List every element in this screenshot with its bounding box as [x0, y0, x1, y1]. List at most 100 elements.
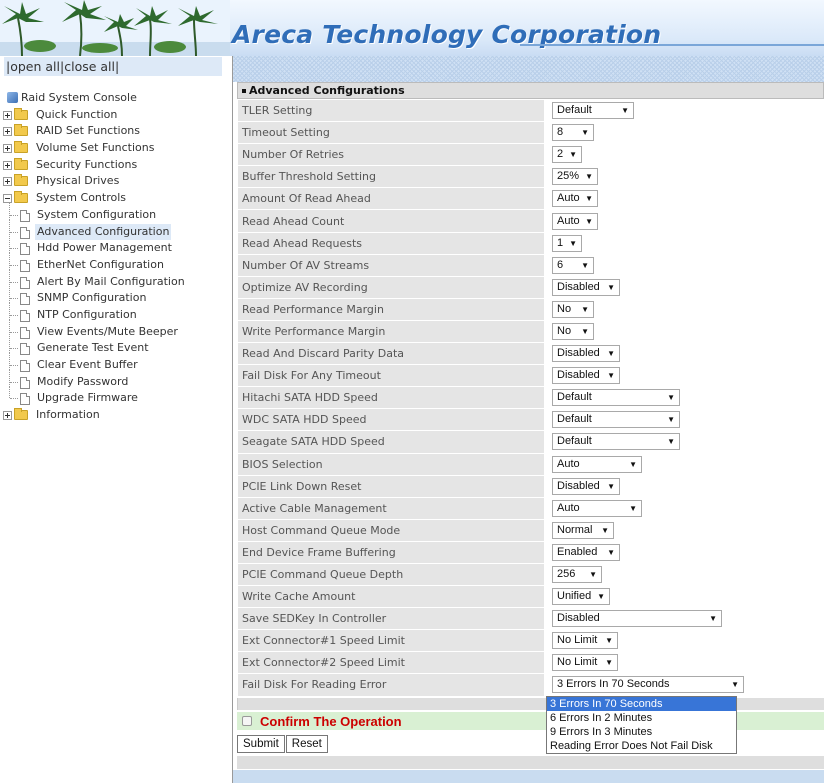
folder-icon — [14, 174, 28, 187]
setting-row: Hitachi SATA HDD Speed Default ▼ — [237, 386, 824, 410]
setting-label: End Device Frame Buffering — [237, 540, 545, 564]
setting-select[interactable]: Disabled ▼ — [552, 367, 620, 385]
setting-row: Read And Discard Parity Data Disabled ▼ — [237, 342, 824, 366]
expand-icon[interactable] — [3, 177, 12, 187]
expand-icon[interactable] — [3, 110, 12, 120]
tree-folder[interactable]: Quick Function — [0, 107, 232, 124]
setting-select[interactable]: Default ▼ — [552, 102, 634, 120]
expand-icon[interactable] — [3, 160, 12, 170]
setting-select[interactable]: Unified ▼ — [552, 588, 610, 606]
dropdown-option[interactable]: Reading Error Does Not Fail Disk — [547, 739, 736, 753]
setting-select[interactable]: Enabled ▼ — [552, 543, 620, 561]
setting-select[interactable]: 8 ▼ — [552, 124, 594, 142]
dropdown-arrow-icon: ▼ — [621, 106, 629, 116]
setting-row: Write Cache Amount Unified ▼ — [237, 585, 824, 609]
setting-value-cell: No Limit ▼ — [544, 651, 824, 675]
tree-connector — [10, 298, 18, 300]
setting-select[interactable]: Disabled ▼ — [552, 278, 620, 296]
setting-select[interactable]: Disabled ▼ — [552, 610, 722, 628]
tree-page-label: SNMP Configuration — [37, 291, 147, 305]
expand-icon[interactable] — [3, 144, 12, 154]
dropdown-option[interactable]: 9 Errors In 3 Minutes — [547, 725, 736, 739]
setting-select[interactable]: Auto ▼ — [552, 212, 598, 230]
select-value: 1 — [557, 236, 564, 249]
setting-value-cell: Normal ▼ — [544, 518, 824, 542]
setting-select[interactable]: 3 Errors In 70 Seconds ▼ — [552, 676, 744, 694]
page-icon — [20, 276, 30, 289]
setting-select[interactable]: Default ▼ — [552, 433, 680, 451]
select-value: Enabled — [557, 545, 598, 558]
tree-folder[interactable]: System Controls — [0, 190, 232, 207]
setting-select[interactable]: No Limit ▼ — [552, 632, 618, 650]
tree-folder[interactable]: Physical Drives — [0, 173, 232, 190]
setting-label: Seagate SATA HDD Speed — [237, 430, 545, 454]
open-all-link[interactable]: open all — [10, 59, 60, 74]
setting-select[interactable]: Auto ▼ — [552, 190, 598, 208]
expand-icon[interactable] — [3, 411, 12, 421]
tree-root[interactable]: Raid System Console — [0, 90, 232, 107]
dropdown-option[interactable]: 3 Errors In 70 Seconds — [547, 697, 736, 711]
setting-label: Active Cable Management — [237, 496, 545, 520]
setting-value-cell: 6 ▼ — [544, 253, 824, 277]
setting-select[interactable]: Auto ▼ — [552, 499, 642, 517]
expand-icon[interactable] — [3, 127, 12, 137]
setting-select[interactable]: No Limit ▼ — [552, 654, 618, 672]
dropdown-arrow-icon: ▼ — [667, 437, 675, 447]
setting-row: End Device Frame Buffering Enabled ▼ — [237, 540, 824, 564]
setting-row: Read Ahead Count Auto ▼ — [237, 209, 824, 233]
dropdown-arrow-icon: ▼ — [585, 172, 593, 182]
setting-label: Number Of Retries — [237, 143, 545, 167]
dropdown-arrow-icon: ▼ — [607, 282, 615, 292]
setting-select[interactable]: No ▼ — [552, 300, 594, 318]
setting-row: Read Ahead Requests 1 ▼ — [237, 231, 824, 255]
tree-page-item[interactable]: Upgrade Firmware — [0, 386, 232, 407]
setting-select[interactable]: Normal ▼ — [552, 521, 614, 539]
tree-page-label: System Configuration — [37, 207, 157, 221]
dropdown-option[interactable]: 6 Errors In 2 Minutes — [547, 711, 736, 725]
close-all-link[interactable]: close all — [64, 59, 115, 74]
setting-select[interactable]: 25% ▼ — [552, 168, 598, 186]
tree-page-item[interactable]: System Configuration — [0, 202, 232, 224]
tree-connector — [10, 248, 18, 250]
tree-page-item[interactable]: Generate Test Event — [0, 336, 232, 357]
confirm-checkbox[interactable] — [242, 716, 252, 726]
tree-folder[interactable]: Information — [0, 407, 232, 424]
tree-page-item[interactable]: Advanced Configuration — [0, 219, 232, 241]
tree-page-item[interactable]: NTP Configuration — [0, 302, 232, 324]
main-content: Advanced Configurations TLER Setting Defa… — [232, 56, 824, 783]
tree-folder-label: RAID Set Functions — [36, 124, 141, 138]
setting-select[interactable]: Disabled ▼ — [552, 477, 620, 495]
footer-bar-blue — [233, 770, 824, 783]
reset-button[interactable]: Reset — [285, 735, 328, 753]
tree-folder[interactable]: RAID Set Functions — [0, 123, 232, 140]
setting-select[interactable]: 1 ▼ — [552, 234, 582, 252]
setting-label: Fail Disk For Reading Error — [237, 673, 545, 697]
setting-select[interactable]: Default ▼ — [552, 389, 680, 407]
tree-page-item[interactable]: View Events/Mute Beeper — [0, 319, 232, 341]
tree-page-item[interactable]: Modify Password — [0, 369, 232, 391]
setting-row: Timeout Setting 8 ▼ — [237, 121, 824, 145]
tree-page-item[interactable]: EtherNet Configuration — [0, 252, 232, 274]
setting-select[interactable]: 2 ▼ — [552, 146, 582, 164]
setting-select[interactable]: 256 ▼ — [552, 566, 602, 584]
tree-page-item[interactable]: Hdd Power Management — [0, 236, 232, 257]
setting-value-cell: Enabled ▼ — [544, 540, 824, 564]
submit-button[interactable]: Submit — [237, 735, 285, 753]
dropdown-arrow-icon: ▼ — [607, 371, 615, 381]
collapse-icon[interactable] — [3, 194, 12, 204]
setting-label: Timeout Setting — [237, 121, 545, 145]
tree-folder[interactable]: Security Functions — [0, 157, 232, 174]
tree-page-item[interactable]: Clear Event Buffer — [0, 353, 232, 374]
setting-select[interactable]: Auto ▼ — [552, 455, 642, 473]
setting-select[interactable]: Disabled ▼ — [552, 345, 620, 363]
setting-row: Ext Connector#1 Speed Limit No Limit ▼ — [237, 629, 824, 653]
tree-connector — [10, 231, 18, 233]
folder-icon — [14, 124, 28, 137]
setting-select[interactable]: No ▼ — [552, 322, 594, 340]
tree-page-item[interactable]: SNMP Configuration — [0, 286, 232, 307]
tree-page-item[interactable]: Alert By Mail Configuration — [0, 269, 232, 291]
dropdown-arrow-icon: ▼ — [585, 194, 593, 204]
setting-select[interactable]: 6 ▼ — [552, 256, 594, 274]
setting-select[interactable]: Default ▼ — [552, 411, 680, 429]
tree-folder[interactable]: Volume Set Functions — [0, 140, 232, 157]
